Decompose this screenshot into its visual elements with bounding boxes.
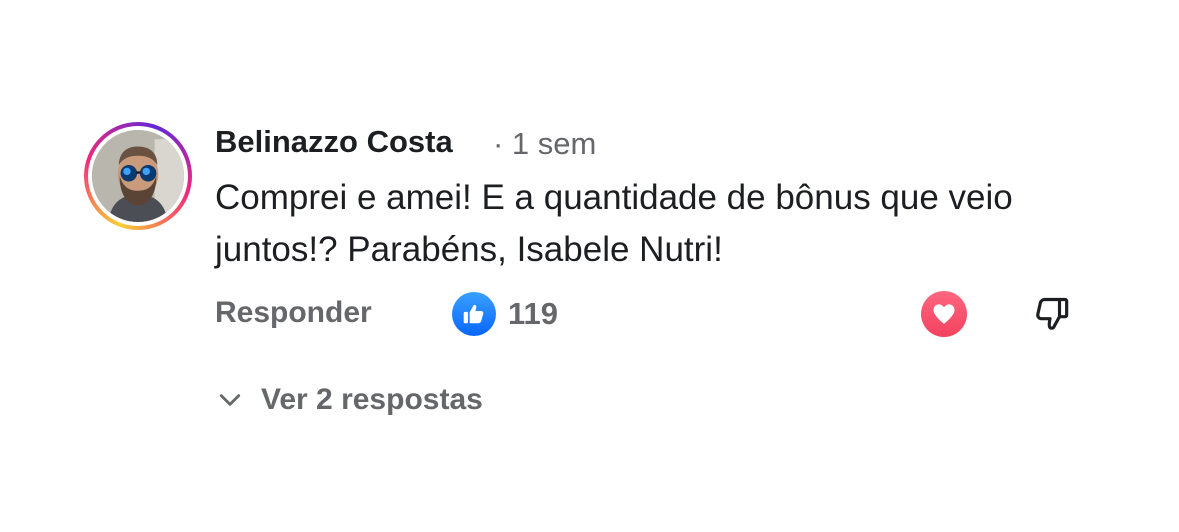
avatar[interactable] (84, 122, 192, 230)
profile-photo (92, 130, 184, 222)
person-photo-icon (92, 130, 184, 222)
like-reaction[interactable]: 119 (452, 292, 558, 336)
view-replies-button[interactable]: Ver 2 respostas (215, 383, 483, 417)
thumbs-down-icon (1036, 297, 1069, 330)
reply-button[interactable]: Responder (215, 296, 372, 330)
chevron-down-icon (219, 394, 241, 406)
comment-timestamp: · 1 sem (493, 126, 597, 161)
view-replies-label: Ver 2 respostas (261, 383, 483, 416)
comment-text: Comprei e amei! E a quantidade de bônus … (215, 178, 1013, 269)
thumbs-up-icon (452, 292, 496, 336)
like-count: 119 (508, 296, 559, 331)
love-button[interactable] (921, 291, 967, 337)
dislike-button[interactable] (1030, 292, 1074, 336)
comment-author[interactable]: Belinazzo Costa (215, 124, 453, 160)
heart-icon (933, 304, 955, 324)
